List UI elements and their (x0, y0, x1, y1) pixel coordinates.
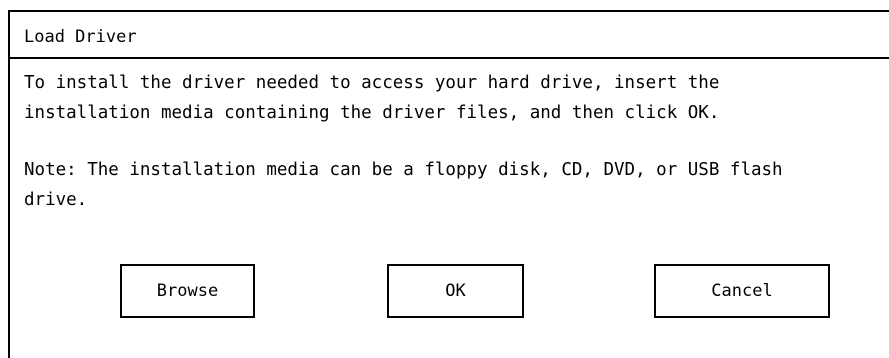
browse-button[interactable]: Browse (120, 264, 255, 318)
ok-button[interactable]: OK (387, 264, 524, 318)
note-line-2: drive. (24, 190, 88, 210)
note-line-1: Note: The installation media can be a fl… (24, 160, 783, 180)
dialog-title: Load Driver (24, 27, 137, 47)
dialog-title-bar: Load Driver (10, 12, 889, 59)
message-line-1: To install the driver needed to access y… (24, 73, 720, 93)
load-driver-dialog: Load Driver To install the driver needed… (8, 10, 889, 358)
cancel-button[interactable]: Cancel (654, 264, 830, 318)
message-line-2: installation media containing the driver… (24, 103, 720, 123)
